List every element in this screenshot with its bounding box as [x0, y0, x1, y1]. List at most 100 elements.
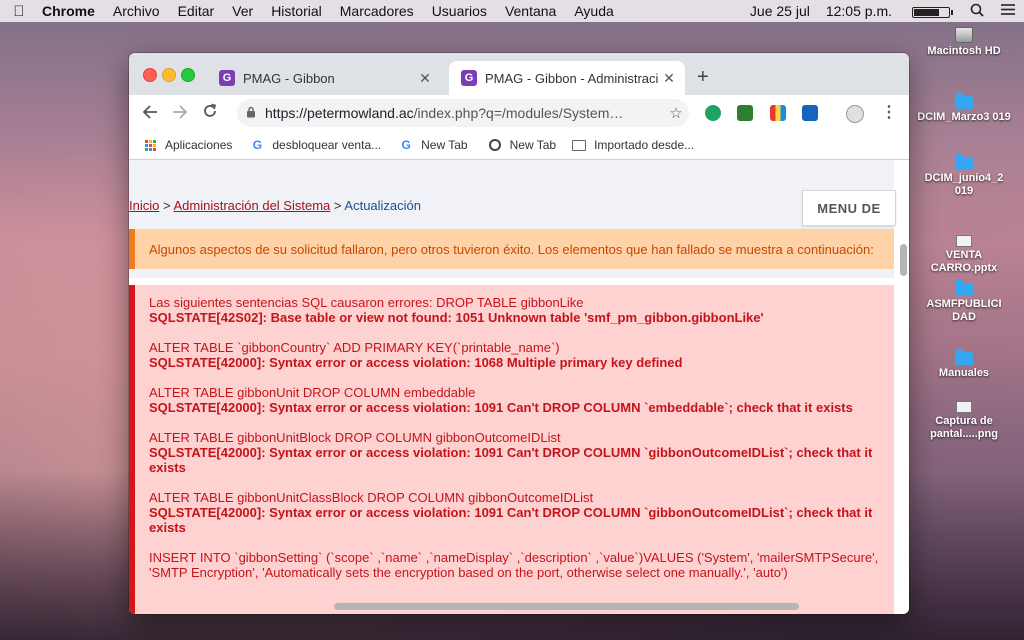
menubar-date[interactable]: Jue 25 jul — [742, 3, 818, 19]
error-statement: ALTER TABLE `gibbonCountry` ADD PRIMARY … — [149, 340, 560, 355]
error-sqlstate: SQLSTATE[42S02]: Base table or view not … — [149, 310, 764, 325]
desktop-item-venta-carro[interactable]: VENTA CARRO.pptx — [916, 235, 1012, 275]
bookmark-label: New Tab — [509, 138, 557, 152]
desktop-item-label: DCIM_junio4_2 019 — [924, 172, 1004, 197]
breadcrumb-separator: > — [162, 198, 171, 213]
error-sqlstate: SQLSTATE[42000]: Syntax error or access … — [149, 445, 873, 475]
bookmark-aplicaciones[interactable]: Aplicaciones — [143, 138, 232, 152]
error-statement: ALTER TABLE gibbonUnitBlock DROP COLUMN … — [149, 430, 561, 445]
vertical-scrollbar[interactable] — [900, 244, 907, 276]
error-sqlstate: SQLSTATE[42000]: Syntax error or access … — [149, 400, 853, 415]
apple-menu-icon[interactable]:  — [0, 3, 38, 20]
extension-color-grid-icon[interactable] — [770, 105, 786, 121]
error-item: Las siguientes sentencias SQL causaron e… — [149, 295, 884, 325]
desktop-item-label: ASMFPUBLICI DAD — [926, 298, 1002, 323]
tab-pmag-gibbon-administracion[interactable]: G PMAG - Gibbon - Administració ✕ — [449, 61, 685, 95]
control-center-icon[interactable] — [992, 3, 1024, 19]
gibbon-favicon-icon: G — [461, 70, 477, 86]
bookmark-new-tab-google[interactable]: G New Tab — [399, 138, 467, 152]
bookmark-star-icon[interactable]: ☆ — [663, 104, 689, 122]
folder-icon — [955, 93, 973, 109]
web-page: Inicio > Administración del Sistema > Ac… — [129, 160, 909, 614]
extension-green-chat-icon[interactable] — [705, 105, 721, 121]
more-vertical-icon[interactable]: ⋮ — [881, 102, 897, 121]
bookmark-desbloquear-venta[interactable]: G desbloquear venta... — [250, 138, 381, 152]
desktop-item-manuales[interactable]: Manuales — [916, 349, 1012, 380]
error-item: ALTER TABLE gibbonUnitBlock DROP COLUMN … — [149, 430, 884, 475]
folder-icon — [572, 138, 587, 152]
breadcrumb-administracion-link[interactable]: Administración del Sistema — [173, 198, 330, 213]
minimize-window-button[interactable] — [162, 68, 176, 82]
tab-title: PMAG - Gibbon — [243, 70, 335, 86]
breadcrumb: Inicio > Administración del Sistema > Ac… — [129, 198, 421, 213]
battery-icon[interactable] — [900, 3, 962, 19]
image-icon — [956, 401, 972, 413]
error-message-box: Las siguientes sentencias SQL causaron e… — [129, 285, 894, 614]
google-g-icon: G — [401, 138, 411, 152]
close-tab-icon[interactable]: ✕ — [659, 70, 679, 87]
error-sqlstate: SQLSTATE[42000]: Syntax error or access … — [149, 505, 873, 535]
error-item: ALTER TABLE gibbonUnitClassBlock DROP CO… — [149, 490, 884, 535]
tab-title: PMAG - Gibbon - Administració — [485, 70, 659, 86]
folder-icon — [955, 280, 973, 296]
menu-button[interactable]: MENU DE — [802, 190, 896, 226]
folder-icon — [955, 154, 973, 170]
browser-window: G PMAG - Gibbon ✕ G PMAG - Gibbon - Admi… — [129, 53, 909, 614]
reload-icon[interactable] — [195, 103, 225, 124]
lock-icon[interactable] — [237, 106, 265, 121]
document-icon — [956, 235, 972, 247]
globe-icon — [488, 138, 502, 152]
desktop-item-asmfpublicidad[interactable]: ASMFPUBLICI DAD — [916, 280, 1012, 324]
error-item: ALTER TABLE `gibbonCountry` ADD PRIMARY … — [149, 340, 884, 370]
menu-usuarios[interactable]: Usuarios — [423, 3, 496, 19]
close-window-button[interactable] — [143, 68, 157, 82]
tab-pmag-gibbon[interactable]: G PMAG - Gibbon ✕ — [207, 61, 441, 95]
menubar-time[interactable]: 12:05 p.m. — [818, 3, 900, 19]
forward-arrow-icon[interactable] — [165, 103, 195, 124]
bookmark-label: Importado desde... — [594, 138, 695, 152]
new-tab-plus-icon[interactable]: + — [697, 67, 709, 87]
tab-strip: G PMAG - Gibbon ✕ G PMAG - Gibbon - Admi… — [129, 53, 909, 95]
breadcrumb-inicio-link[interactable]: Inicio — [129, 198, 159, 213]
browser-toolbar: https://petermowland.ac/index.php?q=/mod… — [129, 95, 909, 131]
bookmark-importado-desde[interactable]: Importado desde... — [572, 138, 694, 152]
bookmarks-bar: Aplicaciones G desbloquear venta... G Ne… — [129, 131, 909, 160]
menu-ver[interactable]: Ver — [223, 3, 262, 19]
bookmark-label: New Tab — [421, 138, 468, 152]
desktop-item-label: VENTA CARRO.pptx — [930, 249, 998, 274]
profile-avatar-icon[interactable] — [846, 105, 864, 123]
maximize-window-button[interactable] — [181, 68, 195, 82]
desktop-item-label: DCIM_Marzo3 019 — [917, 111, 1011, 123]
back-arrow-icon[interactable] — [135, 103, 165, 124]
menu-ayuda[interactable]: Ayuda — [565, 3, 622, 19]
desktop-item-dcim-marzo[interactable]: DCIM_Marzo3 019 — [916, 93, 1012, 124]
menu-ventana[interactable]: Ventana — [496, 3, 565, 19]
menu-editar[interactable]: Editar — [169, 3, 224, 19]
horizontal-scrollbar[interactable] — [334, 603, 799, 610]
desktop-item-macintosh-hd[interactable]: Macintosh HD — [916, 27, 1012, 58]
menu-bar:  Chrome Archivo Editar Ver Historial Ma… — [0, 0, 1024, 22]
menu-marcadores[interactable]: Marcadores — [331, 3, 423, 19]
error-statement: ALTER TABLE gibbonUnitClassBlock DROP CO… — [149, 490, 594, 505]
menu-historial[interactable]: Historial — [262, 3, 331, 19]
desktop-item-label: Macintosh HD — [927, 45, 1001, 57]
menu-archivo[interactable]: Archivo — [104, 3, 169, 19]
bookmark-new-tab-globe[interactable]: New Tab — [488, 138, 556, 152]
desktop-item-dcim-junio[interactable]: DCIM_junio4_2 019 — [916, 154, 1012, 198]
close-tab-icon[interactable]: ✕ — [415, 70, 435, 87]
error-statement: INSERT INTO `gibbonSetting` (`scope` ,`n… — [149, 550, 879, 580]
spotlight-search-icon[interactable] — [962, 3, 992, 20]
bookmark-label: Aplicaciones — [165, 138, 233, 152]
error-sqlstate: SQLSTATE[42000]: Syntax error or access … — [149, 355, 683, 370]
address-bar[interactable]: https://petermowland.ac/index.php?q=/mod… — [237, 99, 689, 127]
error-item: ALTER TABLE gibbonUnit DROP COLUMN embed… — [149, 385, 884, 415]
address-url[interactable]: https://petermowland.ac/index.php?q=/mod… — [265, 105, 663, 121]
warning-message: Algunos aspectos de su solicitud fallaro… — [129, 229, 894, 269]
extension-download-icon[interactable] — [802, 105, 818, 121]
menu-app-chrome[interactable]: Chrome — [38, 3, 104, 19]
apps-grid-icon — [143, 138, 157, 152]
extension-runner-icon[interactable] — [737, 105, 753, 121]
gibbon-favicon-icon: G — [219, 70, 235, 86]
desktop-item-label: Captura de pantal.....png — [930, 415, 998, 440]
desktop-item-captura[interactable]: Captura de pantal.....png — [916, 401, 1012, 441]
